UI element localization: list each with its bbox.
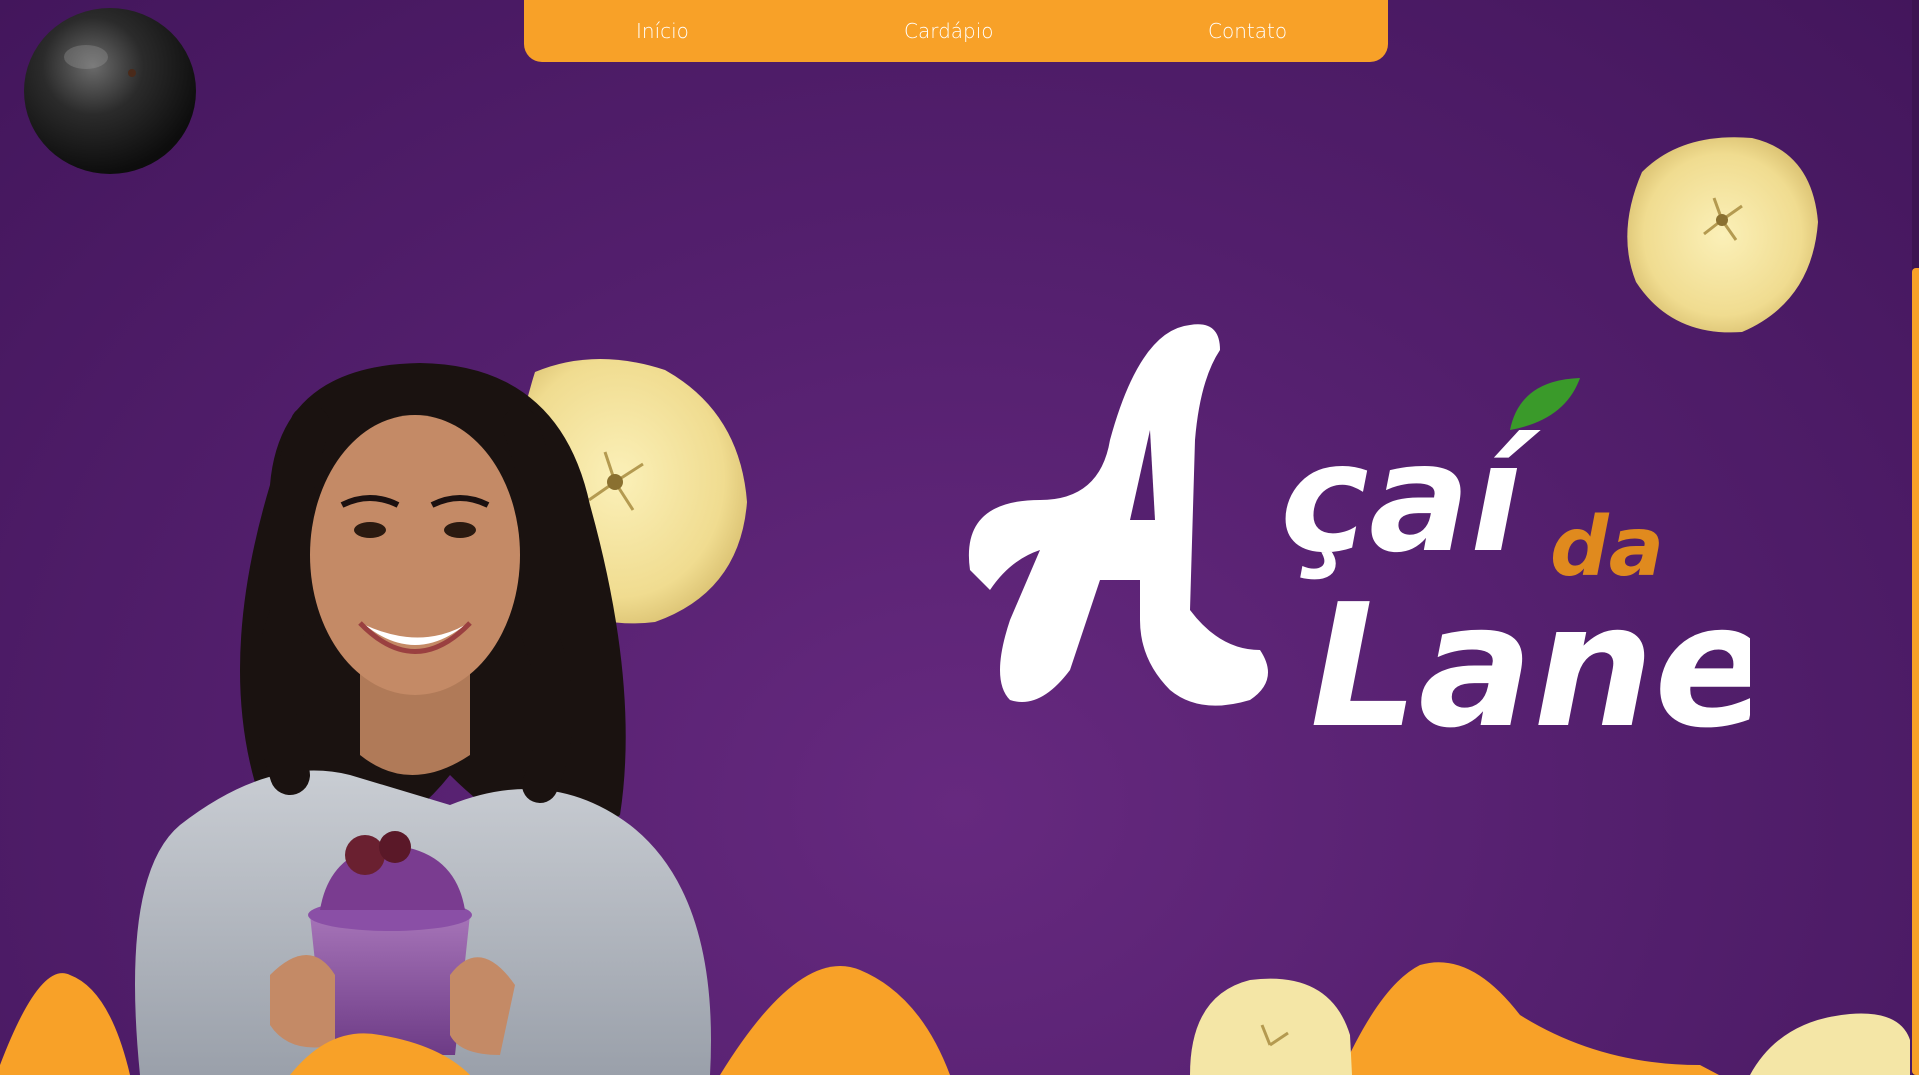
banana-slice-image-top-right (1627, 137, 1818, 333)
page-scrollbar[interactable] (1912, 0, 1919, 1075)
svg-text:Lane: Lane (1310, 568, 1750, 750)
banana-slice-image-bottom-right (1750, 1013, 1910, 1075)
svg-text:çaí: çaí (1280, 412, 1541, 586)
top-navigation: Início Cardápio Contato (524, 0, 1388, 62)
acai-da-lane-logo: çaí da Lane (968, 324, 1750, 750)
nav-link-inicio[interactable]: Início (636, 19, 689, 43)
bottom-wave-decoration (0, 962, 1719, 1075)
banana-slice-image-bottom-center (1190, 978, 1352, 1075)
scrollbar-thumb[interactable] (1912, 268, 1919, 1075)
leaf-icon (1510, 378, 1580, 430)
nav-link-cardapio[interactable]: Cardápio (904, 19, 994, 43)
acai-berry-image (24, 8, 196, 174)
nav-link-contato[interactable]: Contato (1208, 19, 1287, 43)
